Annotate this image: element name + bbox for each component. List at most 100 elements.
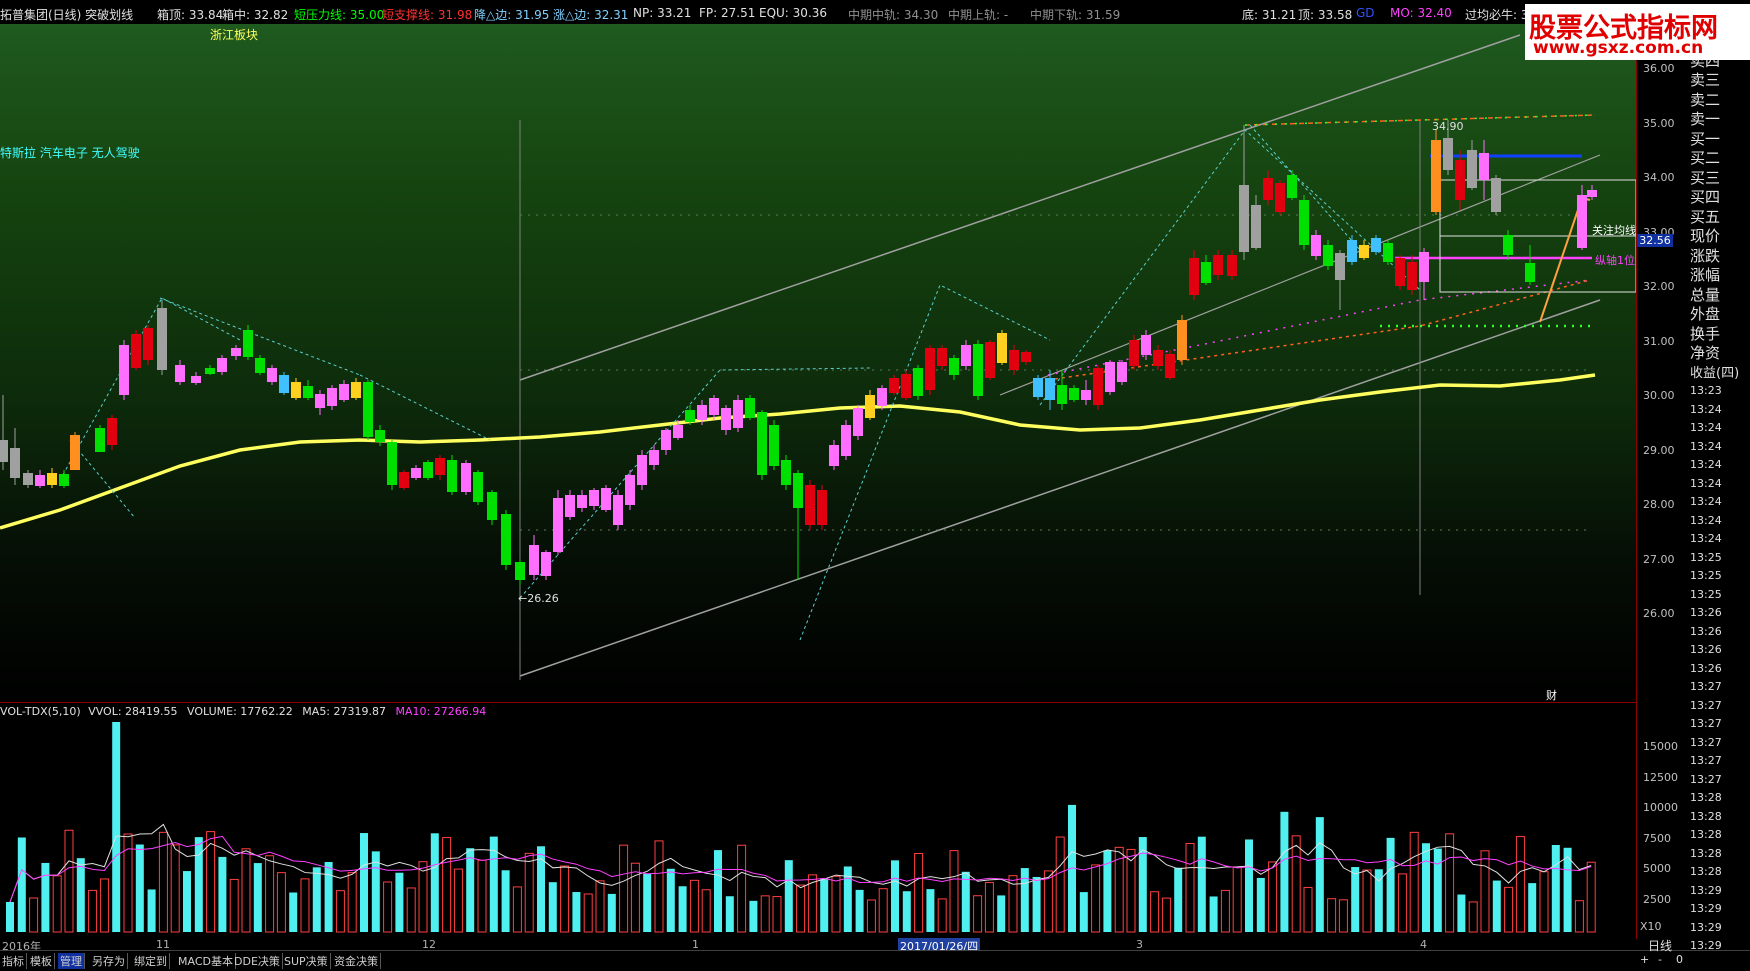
tab-macd[interactable]: MACD基本: [176, 953, 236, 969]
volume-bar: [241, 848, 251, 933]
candle-body: [501, 514, 511, 565]
vol-axis-unit: X10: [1640, 920, 1662, 933]
zoom-in-button[interactable]: +: [1640, 953, 1649, 966]
volume-bar: [300, 878, 310, 933]
volume-bar: [1091, 864, 1101, 933]
vol-volume: VOLUME: 17762.22: [187, 705, 293, 718]
tick-time: 13:29: [1690, 902, 1722, 915]
tick-time: 13:29: [1690, 883, 1722, 897]
candle-body: [1371, 238, 1381, 252]
candle-body: [697, 405, 707, 420]
tab-manage[interactable]: 管理: [58, 953, 85, 969]
zoom-out-button[interactable]: -: [1658, 953, 1662, 966]
volume-bar: [902, 891, 911, 932]
volume-bar: [383, 881, 393, 933]
volume-bar: [64, 829, 74, 933]
tab-fund[interactable]: 资金决策: [332, 953, 381, 969]
volume-tick: 7500: [1643, 831, 1671, 845]
candle-body: [997, 333, 1007, 363]
order-book-label: 买四: [1690, 188, 1721, 206]
candle-body: [709, 398, 719, 415]
volume-bar: [1043, 870, 1053, 933]
candle-body: [949, 358, 959, 375]
candle-body: [637, 455, 647, 485]
candle-body: [1503, 235, 1513, 255]
tick-time: 13:28: [1690, 846, 1722, 860]
volume-tick: 2500: [1643, 892, 1671, 906]
candle-body: [243, 330, 253, 357]
watermark-url: www.gsxz.com.cn: [1533, 38, 1704, 58]
price-tick: 30.00: [1643, 389, 1675, 402]
candle-body: [339, 384, 349, 400]
tick-time: 13:28: [1690, 828, 1722, 841]
volume-bar: [1468, 901, 1478, 933]
candle-body: [625, 475, 635, 505]
candle-body: [745, 398, 755, 418]
candle-body: [1057, 385, 1067, 404]
candle-body: [1419, 252, 1429, 282]
candle-body: [841, 425, 851, 456]
volume-bar: [820, 879, 829, 932]
volume-bar: [395, 872, 404, 932]
period-label[interactable]: 日线: [1648, 937, 1672, 954]
volume-bar: [1220, 889, 1230, 933]
tick-time: 13:26: [1690, 661, 1722, 675]
candle-body: [205, 368, 215, 374]
volume-bar: [360, 833, 368, 932]
tab-indicator[interactable]: 指标: [0, 953, 27, 969]
tick-time: 13:26: [1690, 606, 1722, 619]
tab-bind-to[interactable]: 绑定到: [132, 953, 170, 969]
candle-body: [1033, 378, 1043, 397]
volume-bar: [891, 860, 899, 932]
candle-body: [1347, 240, 1357, 262]
tick-time: 13:27: [1690, 680, 1722, 693]
volume-bar: [926, 889, 935, 932]
volume-bar: [1079, 892, 1088, 932]
candle-body: [1431, 140, 1441, 212]
volume-bar: [855, 889, 864, 932]
volume-bar: [1504, 886, 1514, 933]
volume-bar: [1055, 836, 1065, 933]
vol-ma5: MA5: 27319.87: [302, 705, 386, 718]
axis-label: 纵轴1位: [1595, 254, 1635, 267]
tick-time: 13:24: [1690, 421, 1722, 434]
volume-bar: [170, 844, 180, 933]
tab-sup[interactable]: SUP决策: [282, 953, 331, 969]
volume-bar: [76, 858, 85, 932]
volume-bar: [1422, 843, 1430, 932]
volume-bar: [112, 722, 121, 932]
tab-dde[interactable]: DDE决策: [232, 953, 283, 969]
current-price-tag: 32.56: [1637, 234, 1673, 247]
candle-body: [937, 348, 947, 366]
tick-time: 13:24: [1690, 532, 1722, 545]
volume-bar: [183, 871, 191, 932]
tick-time: 13:24: [1690, 513, 1722, 527]
tab-save-as[interactable]: 另存为: [90, 953, 128, 969]
candle-body: [613, 495, 623, 525]
candle-body: [143, 328, 153, 360]
volume-bar: [749, 900, 758, 932]
volume-bar: [572, 892, 581, 932]
volume-bar: [878, 888, 888, 933]
candle-body: [327, 388, 337, 406]
volume-bar: [194, 837, 203, 932]
candle-body: [1069, 388, 1079, 400]
tick-time: 13:25: [1690, 587, 1722, 601]
candlestick-chart[interactable]: [0, 0, 1636, 940]
volume-bar: [1574, 900, 1584, 933]
candle-body: [721, 408, 731, 430]
tick-time: 13:29: [1690, 920, 1722, 934]
volume-bar: [772, 896, 782, 933]
order-book-label: 买三: [1690, 168, 1721, 187]
candle-body: [553, 498, 563, 552]
volume-bar: [973, 895, 983, 933]
volume-tick: 10000: [1643, 801, 1678, 814]
volume-bar: [265, 855, 275, 933]
tab-template[interactable]: 模板: [28, 953, 55, 969]
reset-zoom-button[interactable]: 0: [1676, 953, 1683, 966]
volume-bar: [548, 882, 557, 932]
volume-bar: [583, 893, 593, 933]
order-book-panel: 卖五卖四卖三卖二卖一买一买二买三买四买五现价涨跌涨幅总量外盘换手净资收益(四) …: [1688, 24, 1750, 971]
candle-body: [363, 382, 373, 437]
volume-bar: [466, 848, 475, 932]
